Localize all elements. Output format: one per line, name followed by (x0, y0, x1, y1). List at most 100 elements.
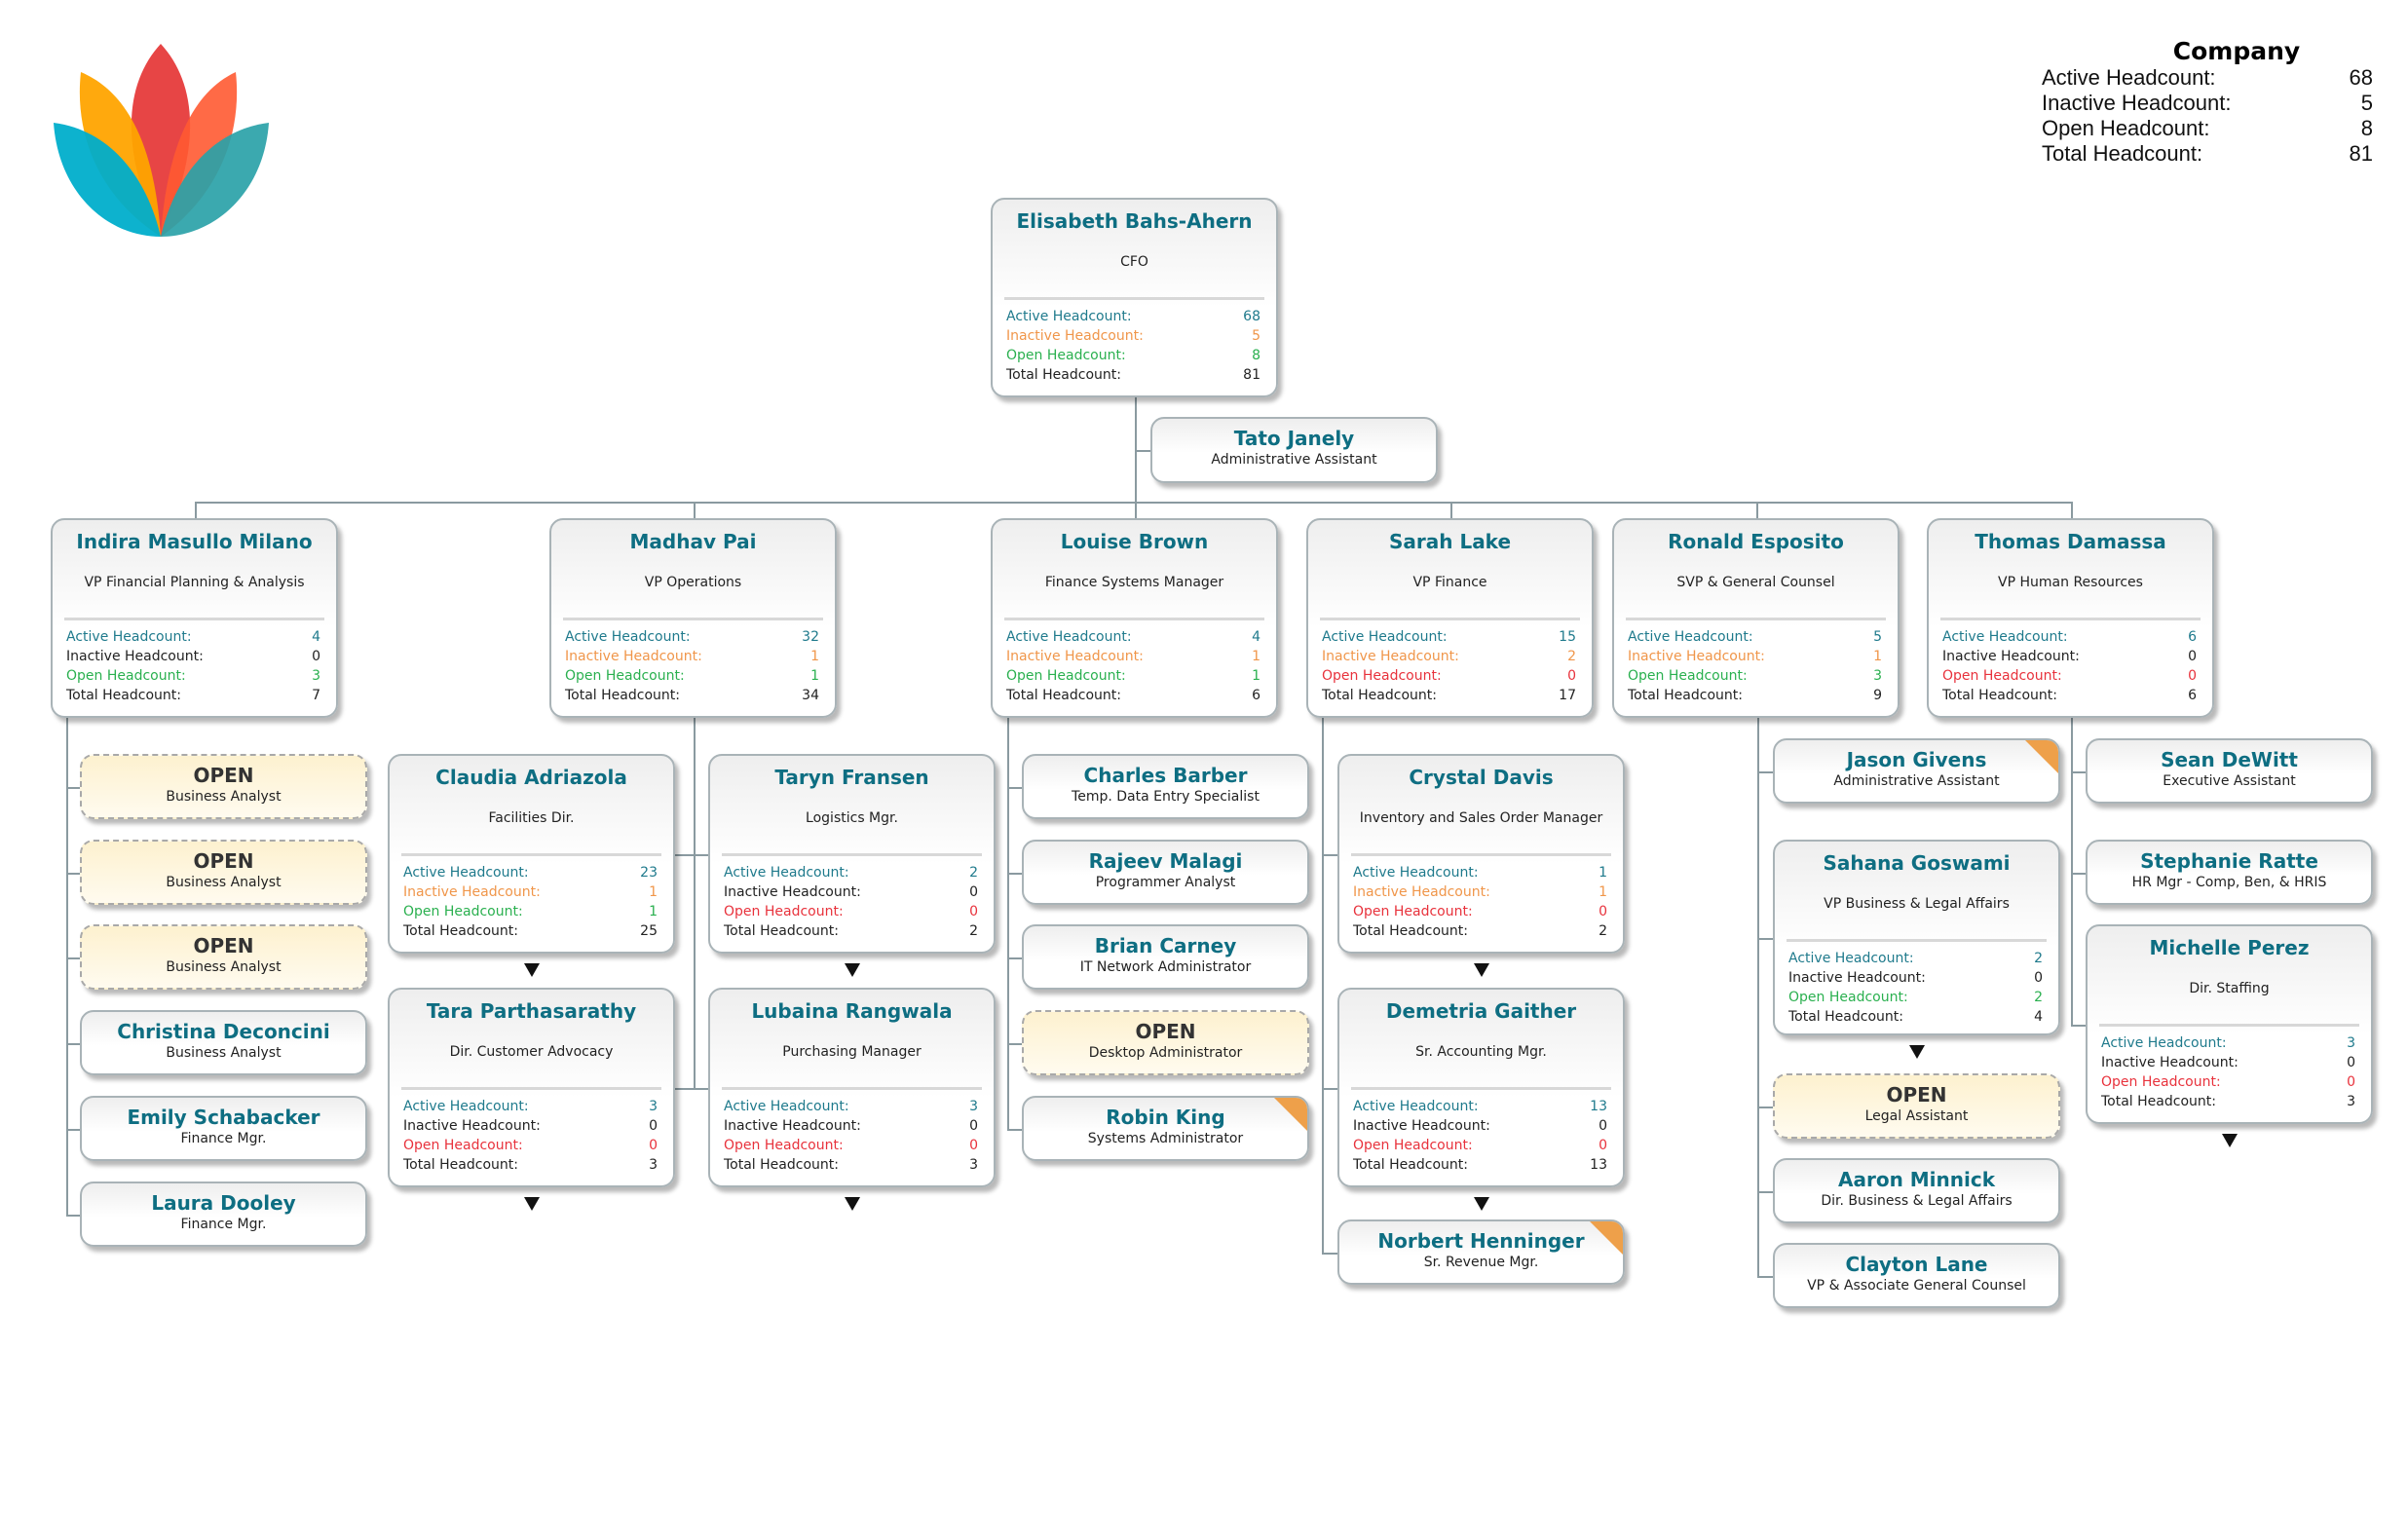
total-headcount-row: Total Headcount: 9 (1628, 686, 1882, 705)
employee-card[interactable]: Sarah Lake VP Finance Active Headcount: 15 I… (1306, 518, 1594, 718)
active-headcount-row: Active Headcount: 13 (1353, 1097, 1607, 1116)
stat-label: Active Headcount: (565, 629, 691, 645)
connector-line (1007, 786, 1022, 789)
expand-arrow-icon[interactable] (2221, 1134, 2238, 1147)
divider (722, 1087, 982, 1090)
expand-arrow-icon[interactable] (844, 963, 860, 977)
employee-card[interactable]: Crystal Davis Inventory and Sales Order M… (1337, 754, 1625, 954)
open-headcount-row: Open Headcount: 2 (1788, 988, 2043, 1007)
stat-value: 0 (2188, 668, 2197, 684)
open-position-card[interactable]: OPEN Business Analyst (80, 754, 367, 819)
stat-label: Total Headcount: (565, 688, 680, 703)
stat-label: Open Headcount: (1628, 668, 1748, 684)
job-title: Systems Administrator (1087, 1131, 1244, 1146)
active-headcount-row: Active Headcount: 32 (565, 627, 819, 647)
employee-card[interactable]: Louise Brown Finance Systems Manager Activ… (991, 518, 1278, 718)
expand-arrow-icon[interactable] (1908, 1045, 1925, 1059)
stat-label: Active Headcount: (1006, 309, 1132, 324)
employee-card[interactable]: Brian Carney IT Network Administrator (1022, 924, 1309, 990)
employee-card[interactable]: Christina Deconcini Business Analyst (80, 1010, 367, 1075)
open-position-card[interactable]: OPEN Legal Assistant (1773, 1073, 2060, 1139)
employee-card[interactable]: Lubaina Rangwala Purchasing Manager Active… (708, 988, 996, 1187)
connector-line (1007, 957, 1022, 959)
employee-card[interactable]: Tara Parthasarathy Dir. Customer Advocacy… (388, 988, 675, 1187)
employee-card[interactable]: Clayton Lane VP & Associate General Couns… (1773, 1243, 2060, 1308)
job-title: Executive Assistant (2163, 773, 2296, 789)
employee-card[interactable]: Madhav Pai VP Operations Active Headcount:… (549, 518, 837, 718)
employee-card[interactable]: Michelle Perez Dir. Staffing Active Headco… (2086, 924, 2373, 1124)
headcount-stats: Active Headcount: 4 Inactive Headcount: 1 Op… (1006, 627, 1260, 705)
stat-value: 3 (649, 1157, 658, 1173)
inactive-headcount-row: Inactive Headcount: 0 (724, 1116, 978, 1136)
active-headcount-row: Active Headcount: 3 (724, 1097, 978, 1116)
employee-card[interactable]: Laura Dooley Finance Mgr. (80, 1182, 367, 1247)
employee-card[interactable]: Claudia Adriazola Facilities Dir. Active H… (388, 754, 675, 954)
total-headcount-row: Total Headcount: 3 (403, 1155, 658, 1175)
active-headcount-row: Active Headcount: 2 (1788, 949, 2043, 968)
total-headcount-row: Total Headcount: 7 (66, 686, 320, 705)
employee-card[interactable]: Robin King Systems Administrator (1022, 1096, 1309, 1161)
stat-label: Inactive Headcount: (1322, 649, 1459, 664)
connector-line (2071, 1024, 2086, 1027)
divider (1351, 1087, 1611, 1090)
employee-card[interactable]: Taryn Fransen Logistics Mgr. Active Headco… (708, 754, 996, 954)
open-position-card[interactable]: OPEN Business Analyst (80, 840, 367, 905)
employee-card[interactable]: Charles Barber Temp. Data Entry Specialis… (1022, 754, 1309, 819)
stat-label: Inactive Headcount: (403, 884, 541, 900)
corner-flag-icon (1590, 1221, 1623, 1255)
headcount-stats: Active Headcount: 23 Inactive Headcount: 1 O… (403, 863, 658, 941)
employee-card[interactable]: Sahana Goswami VP Business & Legal Affair… (1773, 840, 2060, 1035)
total-headcount-row: Total Headcount: 6 (1006, 686, 1260, 705)
open-headcount-row: Open Headcount: 0 (724, 902, 978, 921)
stat-value: 6 (2188, 688, 2197, 703)
divider (2099, 1024, 2359, 1027)
employee-card[interactable]: Tato Janely Administrative Assistant (1150, 417, 1438, 483)
stat-value: 3 (2347, 1094, 2355, 1109)
job-title: IT Network Administrator (1079, 959, 1252, 975)
employee-card[interactable]: Demetria Gaither Sr. Accounting Mgr. Activ… (1337, 988, 1625, 1187)
stat-label: Active Headcount: (724, 1099, 849, 1114)
stat-label: Inactive Headcount: (1788, 970, 1926, 986)
open-position-card[interactable]: OPEN Desktop Administrator (1022, 1010, 1309, 1075)
employee-card[interactable]: Elisabeth Bahs-Ahern CFO Active Headcount:… (991, 198, 1278, 397)
job-title: CFO (1120, 254, 1148, 270)
connector-line (2071, 770, 2086, 773)
total-headcount-row: Total Headcount: 3 (2101, 1092, 2355, 1111)
open-position-card[interactable]: OPEN Business Analyst (80, 924, 367, 990)
corner-flag-icon (1274, 1098, 1307, 1131)
employee-name: Michelle Perez (2149, 936, 2310, 959)
expand-arrow-icon[interactable] (844, 1197, 860, 1211)
headcount-stats: Active Headcount: 6 Inactive Headcount: 0 Op… (1942, 627, 2197, 705)
employee-card[interactable]: Indira Masullo Milano VP Financial Planni… (51, 518, 338, 718)
stat-value: 7 (312, 688, 320, 703)
employee-card[interactable]: Ronald Esposito SVP & General Counsel Acti… (1612, 518, 1900, 718)
expand-arrow-icon[interactable] (1473, 963, 1489, 977)
connector-line (675, 1087, 694, 1090)
stat-label: Total Headcount: (724, 1157, 839, 1173)
expand-arrow-icon[interactable] (523, 1197, 540, 1211)
stat-value: 5 (1873, 629, 1882, 645)
total-headcount-row: Total Headcount: 81 (1006, 365, 1260, 385)
employee-card[interactable]: Thomas Damassa VP Human Resources Active H… (1927, 518, 2214, 718)
employee-card[interactable]: Sean DeWitt Executive Assistant (2086, 738, 2373, 804)
connector-line (1322, 853, 1337, 856)
employee-card[interactable]: Stephanie Ratte HR Mgr - Comp, Ben, & HRI… (2086, 840, 2373, 905)
stat-label: Total Headcount: (1006, 688, 1121, 703)
stat-value: 0 (1599, 1138, 1607, 1153)
active-headcount-row: Active Headcount: 6 (1942, 627, 2197, 647)
connector-line (66, 1042, 80, 1045)
job-title: VP Finance (1412, 575, 1487, 590)
employee-card[interactable]: Aaron Minnick Dir. Business & Legal Affai… (1773, 1158, 2060, 1223)
expand-arrow-icon[interactable] (1473, 1197, 1489, 1211)
employee-card[interactable]: Rajeev Malagi Programmer Analyst (1022, 840, 1309, 905)
employee-card[interactable]: Jason Givens Administrative Assistant (1773, 738, 2060, 804)
inactive-headcount-row: Inactive Headcount: 1 (565, 647, 819, 666)
employee-card[interactable]: Norbert Henninger Sr. Revenue Mgr. (1337, 1219, 1625, 1285)
stat-value: 34 (802, 688, 819, 703)
job-title: VP & Associate General Counsel (1807, 1278, 2026, 1294)
headcount-stats: Active Headcount: 13 Inactive Headcount: 0 O… (1353, 1097, 1607, 1175)
inactive-headcount-row: Inactive Headcount: 1 (1006, 647, 1260, 666)
stat-label: Open Headcount: (2101, 1074, 2221, 1090)
employee-card[interactable]: Emily Schabacker Finance Mgr. (80, 1096, 367, 1161)
expand-arrow-icon[interactable] (523, 963, 540, 977)
